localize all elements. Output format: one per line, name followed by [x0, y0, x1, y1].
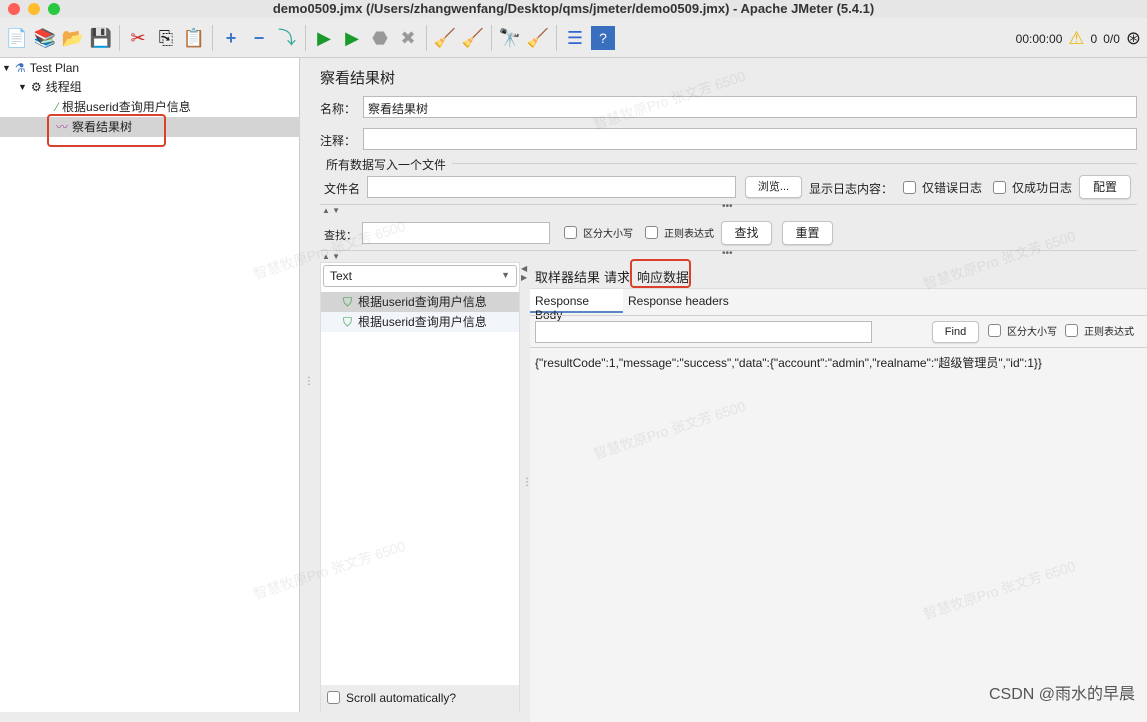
- chevron-down-icon: ▼: [501, 270, 510, 280]
- response-find-input[interactable]: [535, 321, 872, 343]
- collapse-arrows-icon[interactable]: ▲ ▼: [322, 206, 340, 215]
- filename-input[interactable]: [367, 176, 736, 198]
- function-helper-icon[interactable]: ☰: [563, 26, 587, 50]
- filename-label: 文件名: [324, 182, 361, 196]
- success-shield-icon: ⛉: [343, 315, 353, 329]
- clear-all-icon[interactable]: 🧹: [461, 26, 485, 50]
- file-section-label: 所有数据写入一个文件: [326, 158, 447, 172]
- error-count: 0: [1090, 31, 1098, 46]
- collapse-icon[interactable]: −: [247, 26, 271, 50]
- success-only-checkbox[interactable]: 仅成功日志: [993, 179, 1072, 196]
- errors-only-checkbox[interactable]: 仅错误日志: [903, 179, 982, 196]
- expand-icon[interactable]: +: [219, 26, 243, 50]
- save-icon[interactable]: 💾: [89, 26, 113, 50]
- highlight-box: [630, 259, 691, 288]
- cut-icon[interactable]: ✂: [126, 26, 150, 50]
- start-icon[interactable]: ▶: [312, 26, 336, 50]
- clear-icon[interactable]: 🧹: [433, 26, 457, 50]
- gear-icon: ⚙: [30, 80, 42, 94]
- open-icon[interactable]: 📂: [61, 26, 85, 50]
- sample-item[interactable]: ⛉ 根据userid查询用户信息: [321, 292, 519, 312]
- search-input[interactable]: [362, 222, 550, 244]
- comment-label: 注释：: [320, 134, 357, 148]
- case-sensitive-checkbox[interactable]: 区分大小写: [564, 225, 633, 240]
- name-input[interactable]: 察看结果树: [363, 96, 1137, 118]
- view-results-tree-panel: 察看结果树 名称： 察看结果树 注释： 所有数据写入一个文件 文件名 浏览...…: [312, 58, 1147, 722]
- response-case-sensitive-checkbox[interactable]: 区分大小写: [988, 323, 1057, 338]
- reset-button[interactable]: 重置: [782, 221, 833, 245]
- elapsed-timer: 00:00:00: [1015, 31, 1063, 46]
- regex-checkbox[interactable]: 正则表达式: [645, 225, 714, 240]
- tree-item-thread-group[interactable]: ▼ ⚙ 线程组: [18, 77, 82, 97]
- scroll-automatically-checkbox[interactable]: Scroll automatically?: [321, 685, 519, 713]
- remote-icon[interactable]: ⊛: [1126, 28, 1141, 49]
- configure-button[interactable]: 配置: [1079, 175, 1131, 199]
- thread-count: 0/0: [1103, 31, 1120, 46]
- paste-icon[interactable]: 📋: [182, 26, 206, 50]
- collapse-arrows-icon[interactable]: ▲ ▼: [322, 252, 340, 261]
- subtab-response-body[interactable]: Response Body: [530, 289, 623, 322]
- sample-item[interactable]: ⛉ 根据userid查询用户信息: [321, 312, 519, 332]
- sample-results-list: Text ▼ ⛉ 根据userid查询用户信息 ⛉ 根据userid查询用户信息 Sc…: [320, 262, 520, 713]
- results-splitter[interactable]: ◀ ▶ ⋮: [520, 262, 532, 712]
- response-regex-checkbox[interactable]: 正则表达式: [1065, 323, 1134, 338]
- shutdown-icon[interactable]: ✖: [396, 26, 420, 50]
- name-label: 名称：: [320, 102, 357, 116]
- start-no-pauses-icon[interactable]: ▶: [340, 26, 364, 50]
- renderer-select[interactable]: Text ▼: [323, 265, 517, 287]
- maximize-window-button[interactable]: [48, 3, 60, 15]
- highlight-box: [47, 114, 166, 147]
- tab-request[interactable]: 请求: [604, 267, 630, 286]
- title-bar: demo0509.jmx (/Users/zhangwenfang/Deskto…: [0, 0, 1147, 18]
- panel-title: 察看结果树: [320, 70, 396, 87]
- toggle-icon[interactable]: ⤵: [275, 26, 299, 50]
- copy-icon[interactable]: ⎘: [154, 26, 178, 50]
- result-detail-panel: 取样器结果 请求 响应数据 Response Body Response hea…: [530, 259, 1147, 722]
- stop-icon[interactable]: ⬣: [368, 26, 392, 50]
- warning-icon[interactable]: ⚠: [1068, 28, 1084, 49]
- subtab-response-headers[interactable]: Response headers: [628, 294, 729, 308]
- search-label: 查找：: [324, 230, 357, 242]
- templates-icon[interactable]: 📚: [33, 26, 57, 50]
- splitter-handle-icon[interactable]: •••: [722, 248, 733, 259]
- tab-sampler-result[interactable]: 取样器结果: [535, 267, 600, 286]
- response-find-button[interactable]: Find: [932, 321, 979, 343]
- search-icon[interactable]: 🔭: [498, 26, 522, 50]
- csdn-credit: CSDN @雨水的早晨: [988, 686, 1135, 703]
- expand-arrow-icon[interactable]: ▼: [2, 58, 11, 78]
- browse-button[interactable]: 浏览...: [745, 176, 802, 198]
- tree-item-test-plan[interactable]: ▼ ⚗ Test Plan: [2, 58, 79, 78]
- splitter-handle-icon[interactable]: •••: [722, 201, 733, 212]
- expand-arrow-icon[interactable]: ▼: [18, 77, 27, 97]
- log-display-label: 显示日志内容：: [809, 182, 894, 196]
- test-plan-icon: ⚗: [14, 61, 26, 75]
- response-body-text[interactable]: {"resultCode":1,"message":"success","dat…: [535, 354, 1042, 371]
- minimize-window-button[interactable]: [28, 3, 40, 15]
- find-button[interactable]: 查找: [721, 221, 772, 245]
- reset-search-icon[interactable]: 🧹: [526, 26, 550, 50]
- window-title: demo0509.jmx (/Users/zhangwenfang/Deskto…: [272, 1, 875, 16]
- test-plan-tree: ▼ ⚗ Test Plan ▼ ⚙ 线程组 ⁄ 根据userid查询用户信息 〰察看结果树: [0, 58, 300, 712]
- splitter[interactable]: ⋮: [300, 58, 314, 712]
- success-shield-icon: ⛉: [343, 295, 353, 309]
- comment-input[interactable]: [363, 128, 1137, 150]
- toolbar: 📄 📚 📂 💾 ✂ ⎘ 📋 + − ⤵ ▶ ▶ ⬣ ✖ 🧹 🧹 🔭 🧹 ☰ ?: [0, 18, 1147, 58]
- new-icon[interactable]: 📄: [5, 26, 29, 50]
- help-icon[interactable]: ?: [591, 25, 615, 50]
- close-window-button[interactable]: [8, 3, 20, 15]
